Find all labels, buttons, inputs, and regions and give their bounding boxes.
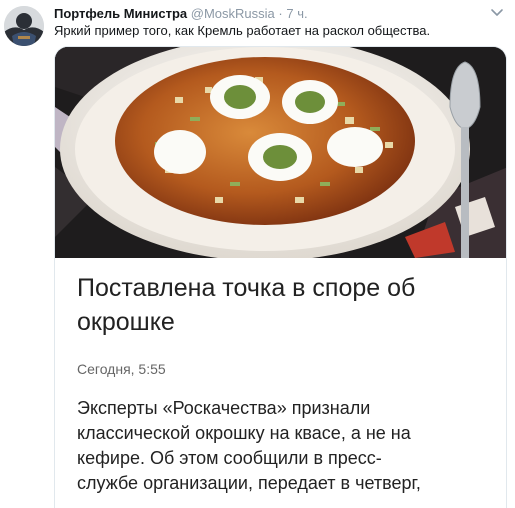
display-name[interactable]: Портфель Министра bbox=[54, 6, 187, 21]
separator-dot: · bbox=[278, 6, 283, 21]
okroshka-soup-photo bbox=[55, 47, 506, 258]
card-body-line: кефире. Об этом сообщили в пресс- bbox=[77, 448, 382, 468]
timestamp[interactable]: 7 ч. bbox=[286, 6, 307, 21]
card-body: Эксперты «Роскачества» признали классиче… bbox=[77, 396, 502, 496]
card-body-line: службе организации, передает в четверг, bbox=[77, 473, 421, 493]
tweet-text: Яркий пример того, как Кремль работает н… bbox=[54, 23, 431, 38]
card-body-line: классической окрошку на квасе, а не на bbox=[77, 423, 411, 443]
tweet-header: Портфель Министра @MoskRussia · 7 ч. bbox=[54, 5, 485, 23]
card-body-line: Эксперты «Роскачества» признали bbox=[77, 398, 371, 418]
link-card[interactable]: Поставлена точка в споре об окрошке Сего… bbox=[54, 46, 507, 508]
avatar[interactable] bbox=[4, 6, 44, 46]
card-image[interactable] bbox=[55, 47, 506, 258]
card-headline[interactable]: Поставлена точка в споре об окрошке bbox=[77, 271, 497, 339]
user-handle[interactable]: @MoskRussia bbox=[191, 6, 275, 21]
chevron-down-icon[interactable] bbox=[489, 4, 505, 20]
avatar-image bbox=[4, 6, 44, 46]
card-date: Сегодня, 5:55 bbox=[77, 361, 166, 377]
tweet: Портфель Министра @MoskRussia · 7 ч. Ярк… bbox=[0, 0, 515, 508]
